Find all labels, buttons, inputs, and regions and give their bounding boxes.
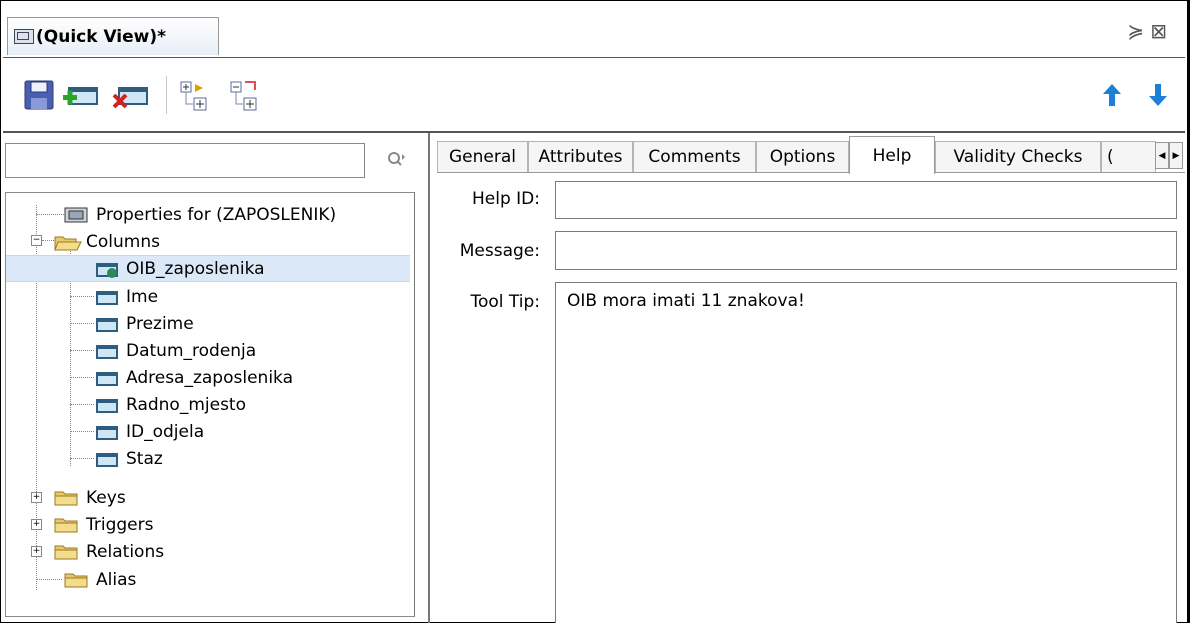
folder-open-icon	[54, 234, 82, 250]
tree-line	[70, 296, 94, 297]
tree-node-alias[interactable]: Alias	[64, 566, 136, 593]
search-icon[interactable]	[386, 150, 405, 168]
tree-node-label: Alias	[96, 569, 137, 590]
tab-validity-checks[interactable]: Validity Checks	[935, 141, 1101, 172]
tree-node-column[interactable]: Staz	[96, 445, 163, 472]
move-up-icon[interactable]	[1100, 78, 1124, 112]
save-icon[interactable]	[23, 78, 57, 112]
tree-line	[70, 323, 94, 324]
tree-node-triggers[interactable]: Triggers	[54, 511, 154, 538]
column-icon	[96, 290, 118, 305]
tree-node-label: Properties for (ZAPOSLENIK)	[96, 204, 337, 225]
tree-node-keys[interactable]: Keys	[54, 484, 126, 511]
divider	[3, 131, 1185, 133]
tree-line	[36, 579, 62, 580]
tree-node-column[interactable]: OIB_zaposlenika	[6, 255, 410, 282]
column-label: Radno_mjesto	[126, 394, 246, 415]
tree-line	[36, 214, 64, 215]
expand-up-icon[interactable]	[229, 78, 263, 112]
column-label: Prezime	[126, 313, 194, 334]
tree-node-label: Keys	[86, 487, 126, 508]
delete-icon[interactable]	[111, 78, 148, 112]
folder-icon	[54, 490, 80, 506]
column-label: OIB_zaposlenika	[126, 258, 265, 279]
tree-line	[70, 350, 94, 351]
help-id-field[interactable]	[555, 181, 1177, 219]
column-icon	[96, 398, 118, 413]
column-icon	[96, 371, 118, 386]
folder-icon	[54, 517, 80, 533]
tree-node-column[interactable]: Ime	[96, 283, 158, 310]
tab-attributes[interactable]: Attributes	[528, 141, 633, 172]
column-label: Ime	[126, 286, 159, 307]
tree-line	[70, 431, 94, 432]
message-field[interactable]	[555, 231, 1177, 270]
tree-node-label: Triggers	[86, 514, 154, 535]
message-label: Message:	[459, 241, 540, 261]
move-down-icon[interactable]	[1146, 78, 1170, 112]
tree-node-column[interactable]: Adresa_zaposlenika	[96, 364, 293, 391]
expand-down-icon[interactable]	[179, 78, 213, 112]
tree-line	[70, 377, 94, 378]
expand-icon[interactable]: +	[31, 519, 42, 530]
tab-help[interactable]: Help	[849, 136, 935, 174]
column-icon	[96, 452, 118, 467]
add-icon[interactable]	[61, 78, 98, 112]
tree-line	[70, 404, 94, 405]
tree-node-column[interactable]: Prezime	[96, 310, 194, 337]
search-input[interactable]	[5, 143, 365, 178]
document-tab[interactable]: (Quick View)*	[7, 17, 219, 55]
tab-options[interactable]: Options	[756, 141, 849, 172]
panel-splitter[interactable]	[428, 133, 430, 623]
tab-scroll: ◀ ▶	[1155, 142, 1183, 169]
toolbar-separator	[166, 76, 167, 114]
collapse-icon[interactable]: −	[31, 235, 42, 246]
tooltip-textarea[interactable]: OIB mora imati 11 znakova!	[555, 282, 1177, 623]
window-controls[interactable]: ≽⊠	[1127, 19, 1173, 43]
tree-node-column[interactable]: ID_odjela	[96, 418, 204, 445]
tree-line	[70, 251, 71, 466]
title-bar: (Quick View)* ≽⊠	[3, 3, 1185, 58]
tab-underline	[437, 172, 1185, 173]
folder-icon	[64, 572, 90, 588]
expand-icon[interactable]: +	[31, 546, 42, 557]
column-icon	[96, 317, 118, 332]
tree-node-column[interactable]: Radno_mjesto	[96, 391, 246, 418]
column-label: Adresa_zaposlenika	[126, 367, 294, 388]
tab-general[interactable]: General	[437, 141, 528, 172]
properties-icon	[64, 207, 90, 223]
tree-node-root[interactable]: Properties for (ZAPOSLENIK)	[64, 201, 336, 228]
column-label: ID_odjela	[126, 421, 205, 442]
arrow-left-icon[interactable]: ◀	[1155, 142, 1169, 169]
arrow-right-icon[interactable]: ▶	[1169, 142, 1183, 169]
close-icon[interactable]: ⊠	[1150, 19, 1173, 43]
document-title: (Quick View)*	[36, 26, 167, 47]
tree-line	[42, 240, 54, 241]
chevron-down-icon[interactable]: ≽	[1127, 19, 1150, 43]
expand-icon[interactable]: +	[31, 492, 42, 503]
column-icon	[96, 425, 118, 440]
tab-more[interactable]: (	[1101, 141, 1156, 172]
folder-icon	[54, 544, 80, 560]
toolbar	[3, 58, 1185, 131]
tree-node-relations[interactable]: Relations	[54, 538, 164, 565]
window-icon	[14, 29, 34, 44]
column-icon	[96, 344, 118, 359]
key-column-icon	[96, 262, 118, 278]
tree-view[interactable]: Properties for (ZAPOSLENIK) − Columns OI…	[5, 192, 415, 617]
tree-node-label: Columns	[86, 231, 160, 252]
help-id-label: Help ID:	[472, 189, 540, 209]
tree-line	[70, 458, 94, 459]
tree-node-label: Relations	[86, 541, 165, 562]
tree-node-columns[interactable]: Columns	[54, 228, 160, 255]
tooltip-label: Tool Tip:	[470, 292, 540, 312]
tree-node-column[interactable]: Datum_rodenja	[96, 337, 256, 364]
tooltip-value: OIB mora imati 11 znakova!	[567, 291, 805, 311]
column-label: Staz	[126, 448, 163, 469]
tab-comments[interactable]: Comments	[633, 141, 756, 172]
column-label: Datum_rodenja	[126, 340, 257, 361]
